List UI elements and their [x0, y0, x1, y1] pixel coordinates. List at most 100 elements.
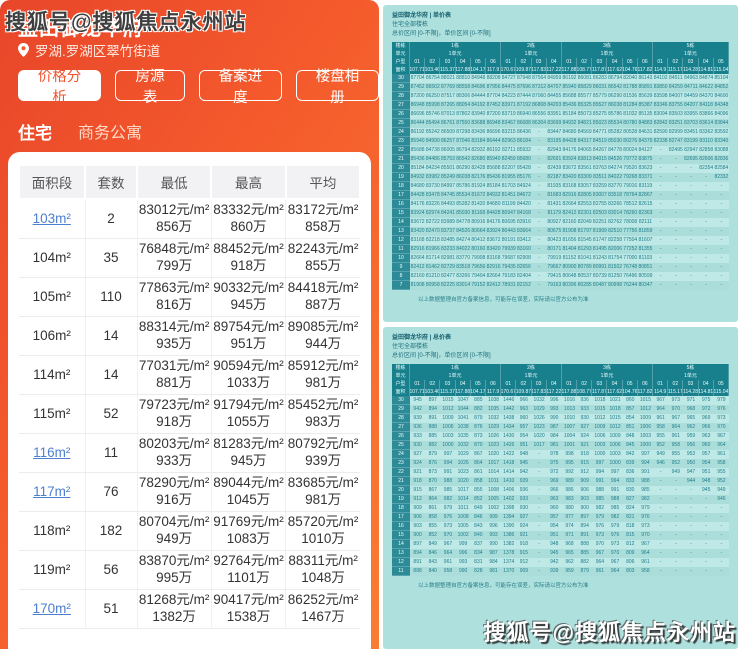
price-value-cell: - [714, 263, 729, 272]
area-cell: 116m² [19, 433, 85, 472]
price-value-cell: 976 [440, 513, 455, 522]
price-value-cell: 952 [714, 477, 729, 486]
unit-header: 1单元 [562, 50, 653, 58]
price-value-cell: 83266 [607, 200, 622, 209]
price-value-cell: 1032 [532, 396, 547, 405]
type-header: 01 [501, 380, 516, 388]
price-value-cell: 85534 [607, 119, 622, 128]
price-value-cell: 76496 [623, 272, 638, 281]
price-value-cell: - [532, 236, 547, 245]
price-value-cell: - [699, 227, 714, 236]
price-value-cell: 86257 [440, 137, 455, 146]
price-value-cell: 947 [683, 468, 698, 477]
price-value-cell: 82916 [410, 245, 425, 254]
price-value-cell: 84932 [562, 119, 577, 128]
tab-2[interactable]: 备案进度 [199, 70, 282, 101]
price-analysis-table: 面积段套数最低最高平均 103m²283012元/m²856万83332元/m²… [18, 164, 361, 629]
price-value-cell: 849 [471, 504, 486, 513]
price-value-cell: 85940 [562, 83, 577, 92]
category-tab-1[interactable]: 商务公寓 [78, 119, 142, 152]
price-value-cell: - [653, 495, 668, 504]
price-value-cell: - [532, 558, 547, 567]
price-value-cell: 87046 [456, 137, 471, 146]
price-value-cell: - [532, 504, 547, 513]
price-value-cell: - [653, 504, 668, 513]
area-link[interactable]: 103m² [33, 211, 71, 226]
tab-1[interactable]: 房源表 [115, 70, 185, 101]
price-value-cell: 964 [638, 549, 653, 558]
type-header: 03 [440, 380, 455, 388]
price-value-cell: 80171 [547, 245, 562, 254]
price-value-cell: - [683, 513, 698, 522]
price-value-cell: - [699, 254, 714, 263]
price-value-cell: 840 [471, 531, 486, 540]
price-value-cell: 985 [607, 504, 622, 513]
total-price-text: 881万 [138, 375, 211, 392]
price-value-cell: 964 [440, 549, 455, 558]
price-value-cell: 828 [471, 567, 486, 576]
area-link[interactable]: 170m² [33, 601, 71, 616]
total-price-sheet: 益田御龙华府 | 总价表 住宅全部楼栋 总价区间 [0-不限]，单价区间 [0-… [383, 327, 738, 649]
price-value-cell: 930 [577, 414, 592, 423]
price-value-cell: 991 [638, 468, 653, 477]
area-link[interactable]: 117m² [33, 484, 70, 499]
unit-price-sheet: 益田御龙华府 | 单价表 住宅全部楼栋 总价区间 [0-不限]，单价区间 [0-… [383, 5, 738, 322]
price-value-cell: 1029 [532, 405, 547, 414]
unit-price-text: 78290元/m² [138, 475, 211, 492]
price-value-cell: - [653, 513, 668, 522]
unit-price-text: 76848元/m² [138, 241, 211, 258]
price-cell: 85720元/m²1010万 [286, 511, 360, 550]
price-value-cell: 84948 [471, 74, 486, 83]
price-value-cell: 83168 [410, 236, 425, 245]
price-value-cell: 83672 [486, 236, 501, 245]
price-value-cell: 83924 [410, 209, 425, 218]
floor-label: 30 [392, 396, 410, 405]
area-link[interactable]: 116m² [33, 445, 70, 460]
price-value-cell: - [683, 540, 698, 549]
price-value-cell: 80537 [577, 272, 592, 281]
price-value-cell: 82412 [562, 209, 577, 218]
price-value-cell: 81908 [562, 227, 577, 236]
floor-label: 30 [392, 74, 410, 83]
price-value-cell: 1014 [456, 495, 471, 504]
type-header: 01 [501, 58, 516, 66]
sheet-filter: 总价区间 [0-不限]，单价区间 [0-不限] [392, 352, 729, 361]
price-value-cell: 84526 [607, 155, 622, 164]
price-value-cell: 961 [592, 567, 607, 576]
tab-bar: 价格分析房源表备案进度楼盘相册 [18, 70, 379, 101]
price-value-cell: 839 [623, 459, 638, 468]
type-header: 05 [471, 380, 486, 388]
price-value-cell: 996 [547, 396, 562, 405]
price-value-cell: - [668, 164, 683, 173]
type-header: 01 [410, 58, 425, 66]
price-value-cell: - [668, 155, 683, 164]
price-value-cell: 79268 [623, 173, 638, 182]
price-value-cell: 1012 [607, 423, 622, 432]
price-value-cell: - [653, 558, 668, 567]
price-value-cell: 87312 [532, 83, 547, 92]
category-tab-0[interactable]: 住宅 [18, 119, 52, 152]
count-cell: 14 [85, 316, 137, 355]
price-value-cell: 900 [410, 531, 425, 540]
price-value-cell: 82553 [577, 200, 592, 209]
price-value-cell: 1012 [440, 405, 455, 414]
price-value-cell: 80487 [592, 281, 607, 290]
price-value-cell: 963 [547, 495, 562, 504]
price-value-cell: 85680 [516, 155, 531, 164]
price-value-cell: 855 [471, 486, 486, 495]
price-value-cell: - [532, 128, 547, 137]
tab-3[interactable]: 楼盘相册 [296, 70, 379, 101]
price-value-cell: 78512 [623, 200, 638, 209]
building-header: 3栋 [562, 364, 653, 372]
price-value-cell: 966 [516, 396, 531, 405]
area-header: 117.82 [638, 66, 653, 74]
type-header: 01 [562, 58, 577, 66]
price-value-cell: 83518 [607, 191, 622, 200]
price-cell: 77031元/m²881万 [137, 355, 211, 394]
price-value-cell: - [668, 504, 683, 513]
price-value-cell: 897 [410, 540, 425, 549]
tab-0[interactable]: 价格分析 [18, 70, 101, 101]
price-value-cell: 82858 [699, 146, 714, 155]
price-value-cell: 970 [440, 531, 455, 540]
price-value-cell: 83688 [471, 119, 486, 128]
